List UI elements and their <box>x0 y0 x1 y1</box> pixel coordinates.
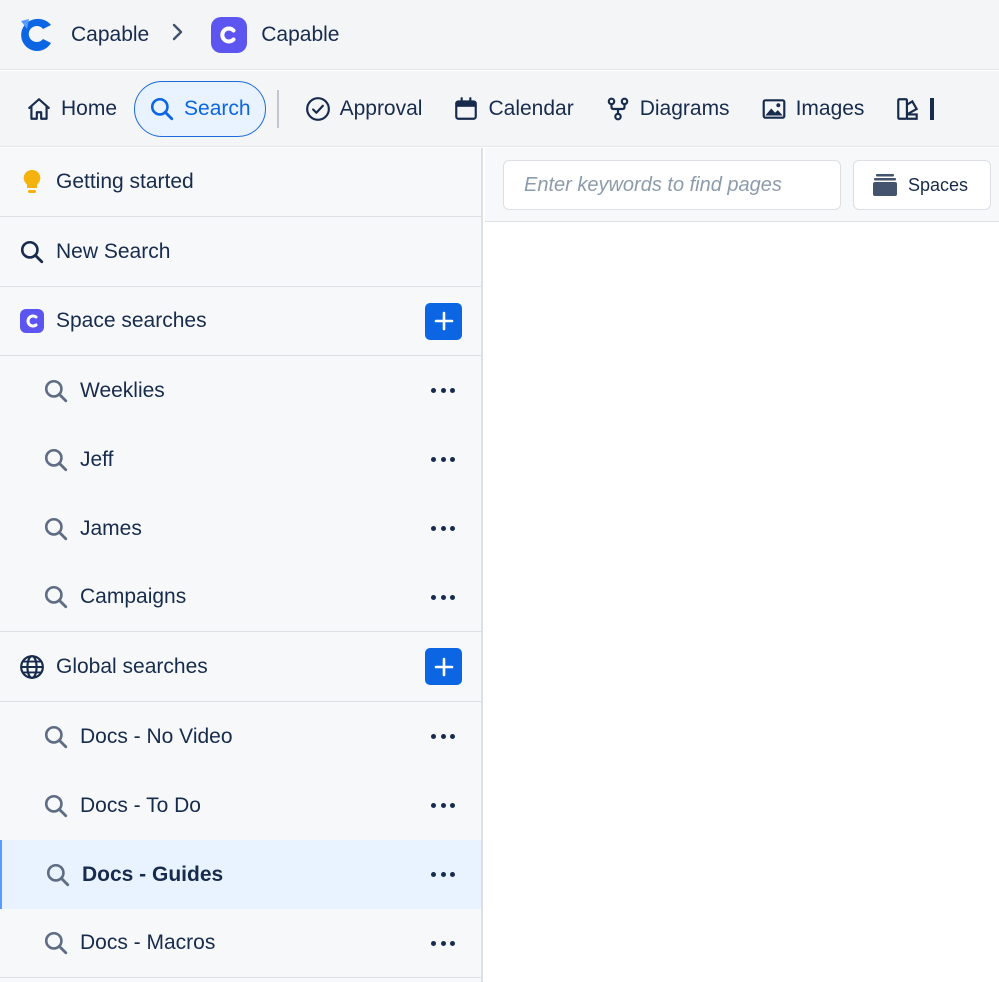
sidebar-new-search-label: New Search <box>56 239 171 263</box>
stack-icon <box>873 174 897 196</box>
list-item-global-search[interactable]: Docs - No Video <box>0 702 481 771</box>
list-item-label: Docs - Macros <box>80 931 216 954</box>
list-item-label: Jeff <box>80 447 114 471</box>
search-toolbar: Spaces <box>485 148 999 222</box>
nav-search[interactable]: Search <box>134 80 266 137</box>
list-item-label: Campaigns <box>80 585 187 608</box>
lightbulb-icon <box>18 168 46 196</box>
nav-images[interactable]: Images <box>747 81 879 137</box>
sidebar-space-searches-header: Space searches <box>0 287 481 356</box>
breadcrumb-app[interactable]: Capable <box>17 15 149 55</box>
search-icon <box>42 583 70 611</box>
nav-diagrams[interactable]: Diagrams <box>591 81 744 137</box>
nav-more-partial[interactable] <box>881 81 948 137</box>
nav-home[interactable]: Home <box>12 81 131 137</box>
list-item-space-search[interactable]: Weeklies <box>0 356 481 425</box>
sidebar-new-search[interactable]: New Search <box>0 217 481 287</box>
globe-icon <box>18 653 46 681</box>
home-icon <box>28 97 50 120</box>
more-options-icon[interactable] <box>431 938 455 948</box>
keyword-search-input[interactable] <box>503 160 841 210</box>
search-icon <box>18 238 46 266</box>
spaces-filter-button[interactable]: Spaces <box>853 160 991 210</box>
nav-home-label: Home <box>61 96 118 120</box>
app-nav-bar: Home Search Approval Calendar Diagrams I… <box>0 71 999 147</box>
list-item-global-search-selected[interactable]: Docs - Guides <box>0 840 481 909</box>
nav-images-label: Images <box>795 96 865 120</box>
nav-calendar-label: Calendar <box>488 96 574 120</box>
search-icon <box>42 929 70 957</box>
more-options-icon[interactable] <box>431 455 455 465</box>
list-item-space-search[interactable]: James <box>0 494 481 563</box>
list-item-space-search[interactable]: Jeff <box>0 425 481 494</box>
search-icon <box>42 515 70 543</box>
space-searches-title: Space searches <box>56 309 207 332</box>
nav-search-label: Search <box>184 96 251 120</box>
list-item-global-search[interactable]: Docs - To Do <box>0 771 481 840</box>
palette-icon <box>897 97 919 120</box>
search-icon <box>150 97 174 120</box>
image-icon <box>762 98 785 119</box>
nav-calendar[interactable]: Calendar <box>439 81 587 137</box>
plus-icon <box>434 657 453 676</box>
more-options-icon[interactable] <box>431 386 455 396</box>
check-circle-icon <box>305 96 330 121</box>
calendar-icon <box>455 96 478 120</box>
more-options-icon[interactable] <box>431 524 455 534</box>
search-icon <box>42 723 70 751</box>
list-item-label: Docs - No Video <box>80 724 233 748</box>
list-item-label: James <box>80 516 142 540</box>
list-item-label: Docs - To Do <box>80 793 201 817</box>
breadcrumb: Capable Capable <box>0 0 999 70</box>
add-space-search-button[interactable] <box>425 302 462 340</box>
nav-approval[interactable]: Approval <box>291 81 437 137</box>
more-options-icon[interactable] <box>431 801 455 811</box>
more-options-icon[interactable] <box>431 592 455 602</box>
nav-truncated-label <box>930 97 935 120</box>
space-logo-icon <box>211 16 248 53</box>
nav-divider <box>276 89 279 128</box>
plus-icon <box>434 311 453 331</box>
search-icon <box>44 861 72 889</box>
add-global-search-button[interactable] <box>425 648 462 685</box>
nav-approval-label: Approval <box>339 96 423 120</box>
search-icon <box>42 792 70 820</box>
sidebar-global-searches-header: Global searches <box>0 632 481 702</box>
global-searches-title: Global searches <box>56 654 208 678</box>
breadcrumb-space[interactable]: Capable <box>211 16 340 53</box>
search-sidebar: Getting started New Search Space searche… <box>0 148 483 982</box>
spaces-filter-label: Spaces <box>908 174 969 195</box>
list-item-global-search[interactable]: Docs - Macros <box>0 909 481 978</box>
chevron-right-icon <box>171 22 185 48</box>
capable-logo-icon <box>17 15 57 55</box>
list-item-label: Docs - Guides <box>82 862 224 886</box>
sidebar-getting-started[interactable]: Getting started <box>0 148 481 217</box>
space-logo-icon <box>18 307 46 335</box>
diagram-branch-icon <box>607 97 628 120</box>
nav-diagrams-label: Diagrams <box>639 96 730 120</box>
breadcrumb-space-label: Capable <box>261 22 340 46</box>
breadcrumb-app-label: Capable <box>71 22 150 46</box>
search-icon <box>42 446 70 474</box>
sidebar-getting-started-label: Getting started <box>56 170 194 193</box>
list-item-label: Weeklies <box>80 378 165 402</box>
search-results-area <box>485 223 999 982</box>
search-icon <box>42 377 70 405</box>
more-options-icon[interactable] <box>431 870 455 880</box>
more-options-icon[interactable] <box>431 732 455 742</box>
list-item-space-search[interactable]: Campaigns <box>0 563 481 632</box>
